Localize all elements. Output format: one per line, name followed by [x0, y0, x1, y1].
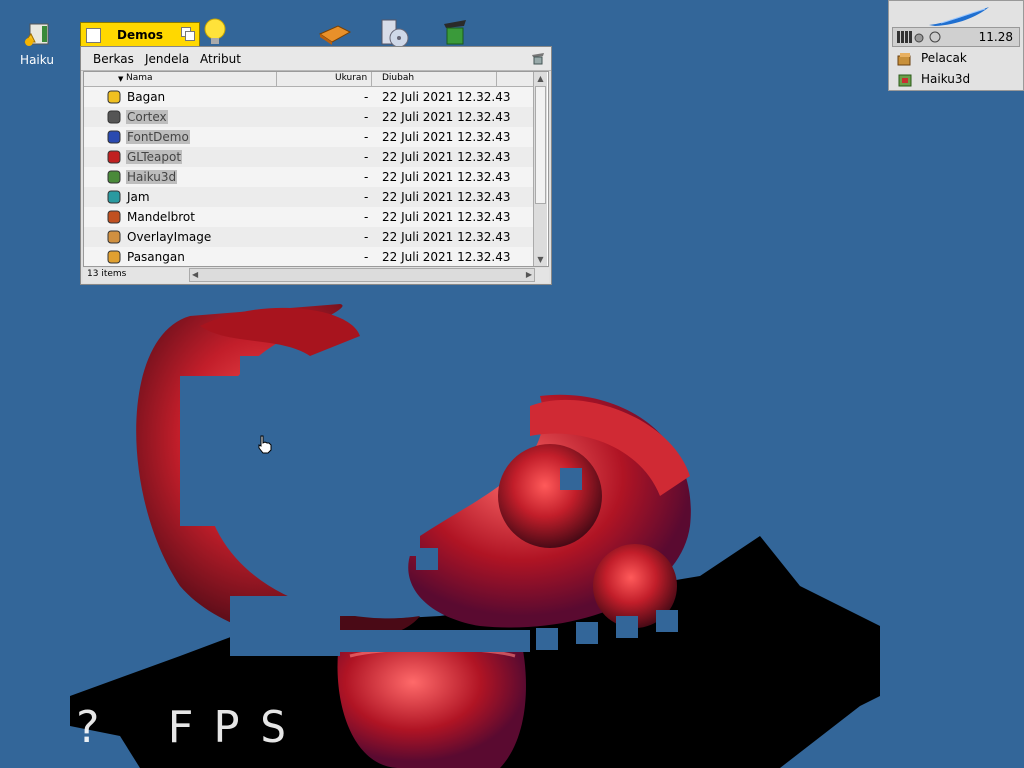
menu-jendela[interactable]: Jendela	[145, 52, 189, 66]
file-size: -	[364, 130, 369, 144]
file-name[interactable]: Pasangan	[126, 250, 186, 264]
deskbar: 11.28 Pelacak Haiku3d	[888, 0, 1024, 91]
scroll-up-arrow-icon[interactable]: ▲	[534, 72, 547, 85]
desktop-icon-haiku[interactable]: Haiku	[14, 20, 60, 67]
table-row[interactable]: Jam -22 Juli 2021 12.32.43	[84, 187, 536, 207]
file-name[interactable]: Cortex	[126, 110, 168, 124]
file-size: -	[364, 170, 369, 184]
file-modified: 22 Juli 2021 12.32.43	[382, 230, 511, 244]
pairs-app-icon	[106, 250, 122, 264]
column-modified[interactable]: Diubah	[382, 73, 414, 83]
deskbar-item-haiku3d[interactable]: Haiku3d	[891, 70, 1021, 90]
file-size: -	[364, 150, 369, 164]
column-name[interactable]: Nama	[126, 73, 153, 83]
file-name[interactable]: Bagan	[126, 90, 166, 104]
fps-counter: ? FPS	[74, 702, 307, 753]
menu-atribut[interactable]: Atribut	[200, 52, 241, 66]
file-modified: 22 Juli 2021 12.32.43	[382, 190, 511, 204]
table-row[interactable]: Mandelbrot -22 Juli 2021 12.32.43	[84, 207, 536, 227]
hand-cursor-icon	[258, 435, 272, 454]
file-size: -	[364, 110, 369, 124]
table-row[interactable]: Cortex -22 Juli 2021 12.32.43	[84, 107, 536, 127]
zoom-button[interactable]	[181, 27, 195, 41]
tracker-icon	[897, 53, 911, 66]
window-frame: Berkas Jendela Atribut ▼ Nama Ukuran Diu…	[80, 46, 552, 285]
table-row[interactable]: OverlayImage -22 Juli 2021 12.32.43	[84, 227, 536, 247]
glteapot-app-icon	[106, 150, 122, 164]
haiku3d-render	[70, 304, 880, 768]
table-row[interactable]: GLTeapot -22 Juli 2021 12.32.43	[84, 147, 536, 167]
system-tray: 11.28	[892, 27, 1020, 47]
file-size: -	[364, 230, 369, 244]
file-name[interactable]: GLTeapot	[126, 150, 183, 164]
scroll-thumb[interactable]	[535, 86, 546, 204]
column-header: ▼ Nama Ukuran Diubah	[84, 72, 536, 87]
file-size: -	[364, 250, 369, 264]
table-row[interactable]: Pasangan -22 Juli 2021 12.32.43	[84, 247, 536, 266]
file-modified: 22 Juli 2021 12.32.43	[382, 90, 511, 104]
deskbar-item-label: Pelacak	[921, 51, 967, 65]
deskbar-item-label: Haiku3d	[921, 72, 971, 86]
tracker-window: Demos Berkas Jendela Atribut ▼ Nama Ukur…	[80, 22, 552, 285]
item-count: 13 items	[87, 269, 127, 279]
deskbar-item-pelacak[interactable]: Pelacak	[891, 49, 1021, 69]
horizontal-scrollbar[interactable]: ◀ ▶	[189, 268, 535, 282]
table-row[interactable]: Bagan -22 Juli 2021 12.32.43	[84, 87, 536, 107]
file-modified: 22 Juli 2021 12.32.43	[382, 110, 511, 124]
file-modified: 22 Juli 2021 12.32.43	[382, 170, 511, 184]
cortex-app-icon	[106, 110, 122, 124]
navigator-trash-icon[interactable]	[531, 52, 545, 65]
sort-arrow-icon[interactable]: ▼	[118, 75, 123, 83]
menu-berkas[interactable]: Berkas	[93, 52, 134, 66]
tray-icons[interactable]	[897, 30, 945, 44]
vertical-scrollbar[interactable]: ▲ ▼	[533, 72, 547, 266]
mandelbrot-app-icon	[106, 210, 122, 224]
file-modified: 22 Juli 2021 12.32.43	[382, 250, 511, 264]
menu-bar: Berkas Jendela Atribut	[81, 47, 551, 71]
column-separator[interactable]	[371, 72, 372, 86]
window-tab[interactable]: Demos	[80, 22, 200, 46]
file-name[interactable]: Mandelbrot	[126, 210, 196, 224]
file-name[interactable]: Haiku3d	[126, 170, 178, 184]
column-separator[interactable]	[276, 72, 277, 86]
scroll-right-arrow-icon[interactable]: ▶	[526, 269, 532, 281]
table-row[interactable]: FontDemo -22 Juli 2021 12.32.43	[84, 127, 536, 147]
scroll-down-arrow-icon[interactable]: ▼	[534, 253, 547, 266]
file-name[interactable]: OverlayImage	[126, 230, 212, 244]
file-name[interactable]: FontDemo	[126, 130, 190, 144]
scroll-left-arrow-icon[interactable]: ◀	[192, 269, 198, 281]
file-modified: 22 Juli 2021 12.32.43	[382, 150, 511, 164]
haiku-leaf-menu-icon[interactable]	[927, 5, 991, 27]
haiku3d-icon	[898, 74, 912, 87]
overlayimage-app-icon	[106, 230, 122, 244]
file-name[interactable]: Jam	[126, 190, 151, 204]
clock-app-icon	[106, 190, 122, 204]
file-list[interactable]: ▼ Nama Ukuran Diubah Bagan -22 Juli 2021 …	[83, 71, 549, 267]
fontdemo-app-icon	[106, 130, 122, 144]
file-modified: 22 Juli 2021 12.32.43	[382, 210, 511, 224]
clock[interactable]: 11.28	[979, 30, 1013, 44]
file-size: -	[364, 90, 369, 104]
file-size: -	[364, 210, 369, 224]
haiku-volume-icon	[21, 20, 53, 50]
status-bar: 13 items ◀ ▶	[83, 268, 549, 283]
column-size[interactable]: Ukuran	[335, 73, 367, 83]
chart-app-icon	[106, 90, 122, 104]
file-size: -	[364, 190, 369, 204]
haiku3d-app-icon	[106, 170, 122, 184]
file-modified: 22 Juli 2021 12.32.43	[382, 130, 511, 144]
column-separator[interactable]	[496, 72, 497, 86]
table-row[interactable]: Haiku3d -22 Juli 2021 12.32.43	[84, 167, 536, 187]
desktop-icon-label: Haiku	[20, 53, 54, 67]
file-rows: Bagan -22 Juli 2021 12.32.43 Cortex -22 Jul…	[84, 87, 536, 266]
